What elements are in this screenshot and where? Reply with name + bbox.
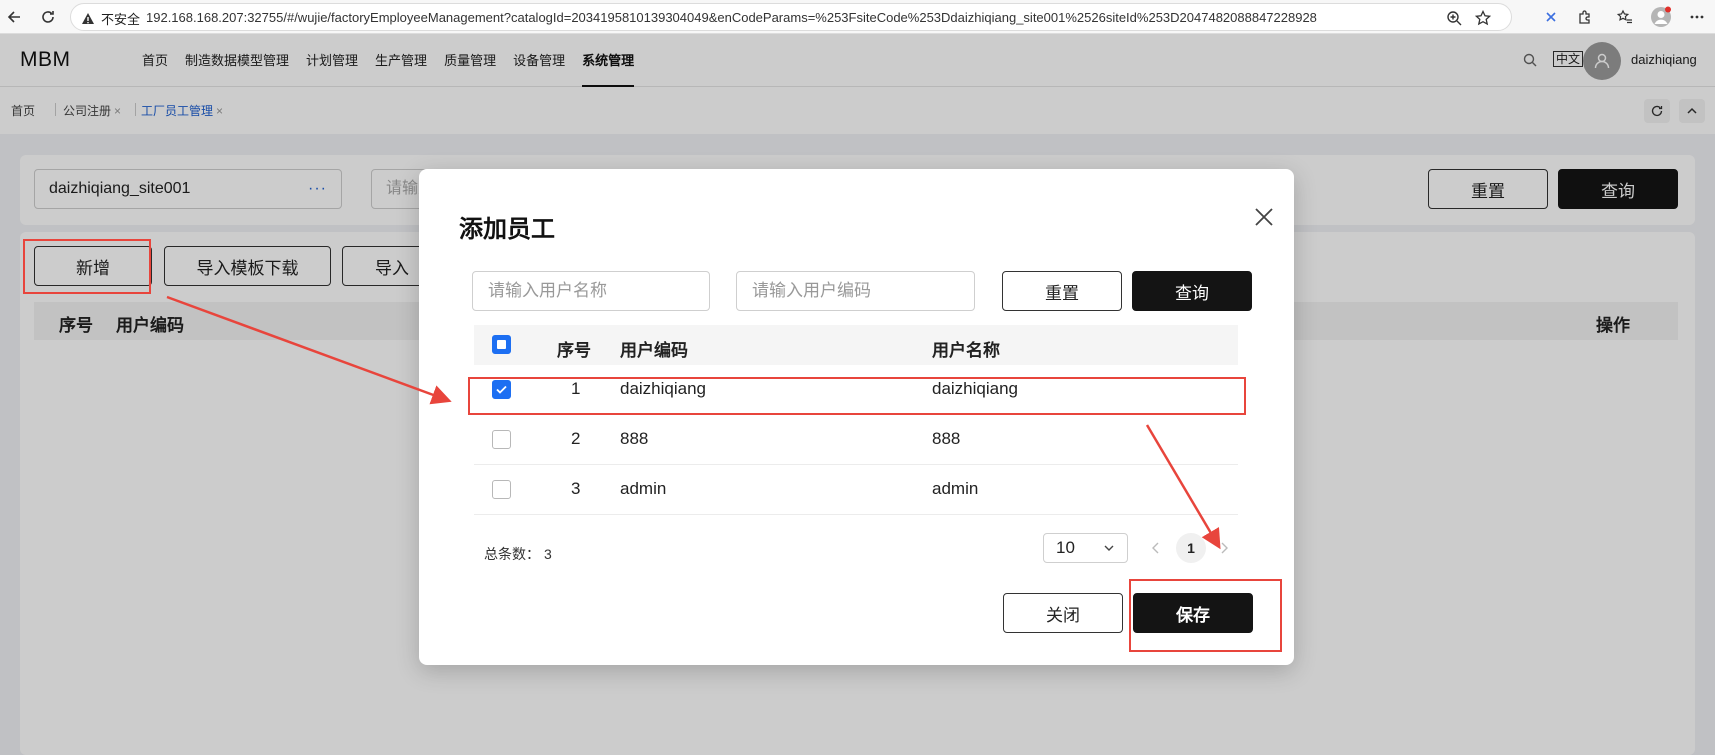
- address-bar[interactable]: 不安全 192.168.168.207:32755/#/wujie/factor…: [70, 3, 1512, 31]
- reload-icon[interactable]: [36, 5, 60, 29]
- column-user-code: 用户编码: [620, 341, 688, 360]
- extensions-puzzle-icon[interactable]: [1573, 5, 1597, 29]
- browser-toolbar: 不安全 192.168.168.207:32755/#/wujie/factor…: [0, 0, 1715, 34]
- security-label: 不安全: [101, 12, 141, 27]
- favorites-list-icon[interactable]: [1613, 5, 1637, 29]
- table-row[interactable]: 2 888 888: [474, 415, 1238, 465]
- back-arrow-icon[interactable]: [2, 5, 26, 29]
- row-user-name: daizhiqiang: [932, 379, 1019, 398]
- row-checkbox[interactable]: [492, 430, 511, 449]
- row-user-name: 888: [932, 429, 961, 448]
- row-user-code: daizhiqiang: [620, 379, 707, 398]
- table-row[interactable]: 1 daizhiqiang daizhiqiang: [474, 365, 1238, 415]
- url-text: 192.168.168.207:32755/#/wujie/factoryEmp…: [146, 10, 1317, 25]
- dialog-title: 添加员工: [459, 216, 555, 243]
- warning-triangle-icon: [82, 12, 94, 24]
- checkmark-icon: [496, 385, 507, 394]
- extension-x-icon[interactable]: [1539, 5, 1563, 29]
- security-indicator[interactable]: 不安全: [81, 9, 140, 28]
- user-name-input[interactable]: [472, 271, 710, 311]
- row-checkbox[interactable]: [492, 480, 511, 499]
- dialog-save-button[interactable]: 保存: [1133, 593, 1253, 633]
- dialog-close-button[interactable]: 关闭: [1003, 593, 1123, 633]
- dialog-query-button[interactable]: 查询: [1132, 271, 1252, 311]
- add-employee-dialog: 添加员工 重置 查询 序号 用户编码 用户名称 1 daizhiqiang da…: [419, 169, 1294, 665]
- column-index: 序号: [557, 341, 591, 360]
- row-index: 3: [571, 479, 581, 498]
- table-header: 序号 用户编码 用户名称: [474, 325, 1238, 365]
- zoom-icon[interactable]: [1444, 8, 1464, 28]
- page-size-select[interactable]: 10: [1043, 533, 1128, 563]
- user-table: 序号 用户编码 用户名称 1 daizhiqiang daizhiqiang 2…: [474, 325, 1238, 515]
- chevron-down-icon: [1104, 545, 1114, 551]
- close-icon[interactable]: [1252, 205, 1276, 229]
- table-row[interactable]: 3 admin admin: [474, 465, 1238, 515]
- page-size-value: 10: [1056, 538, 1075, 557]
- user-code-input[interactable]: [736, 271, 975, 311]
- row-index: 1: [571, 379, 581, 398]
- total-value: 3: [544, 546, 552, 562]
- row-user-name: admin: [932, 479, 979, 498]
- row-user-code: 888: [620, 429, 649, 448]
- more-menu-icon[interactable]: [1685, 5, 1709, 29]
- total-count: 总条数： 3: [484, 544, 552, 564]
- row-checkbox[interactable]: [492, 380, 511, 399]
- current-page[interactable]: 1: [1176, 533, 1206, 563]
- dialog-reset-button[interactable]: 重置: [1002, 271, 1122, 311]
- row-user-code: admin: [620, 479, 667, 498]
- total-label: 总条数：: [484, 546, 540, 562]
- prev-page-icon[interactable]: [1149, 541, 1163, 555]
- profile-avatar-icon[interactable]: [1649, 5, 1673, 29]
- bookmark-star-icon[interactable]: [1473, 8, 1493, 28]
- column-user-name: 用户名称: [932, 341, 1000, 360]
- row-index: 2: [571, 429, 581, 448]
- select-all-checkbox[interactable]: [492, 335, 511, 354]
- next-page-icon[interactable]: [1217, 541, 1231, 555]
